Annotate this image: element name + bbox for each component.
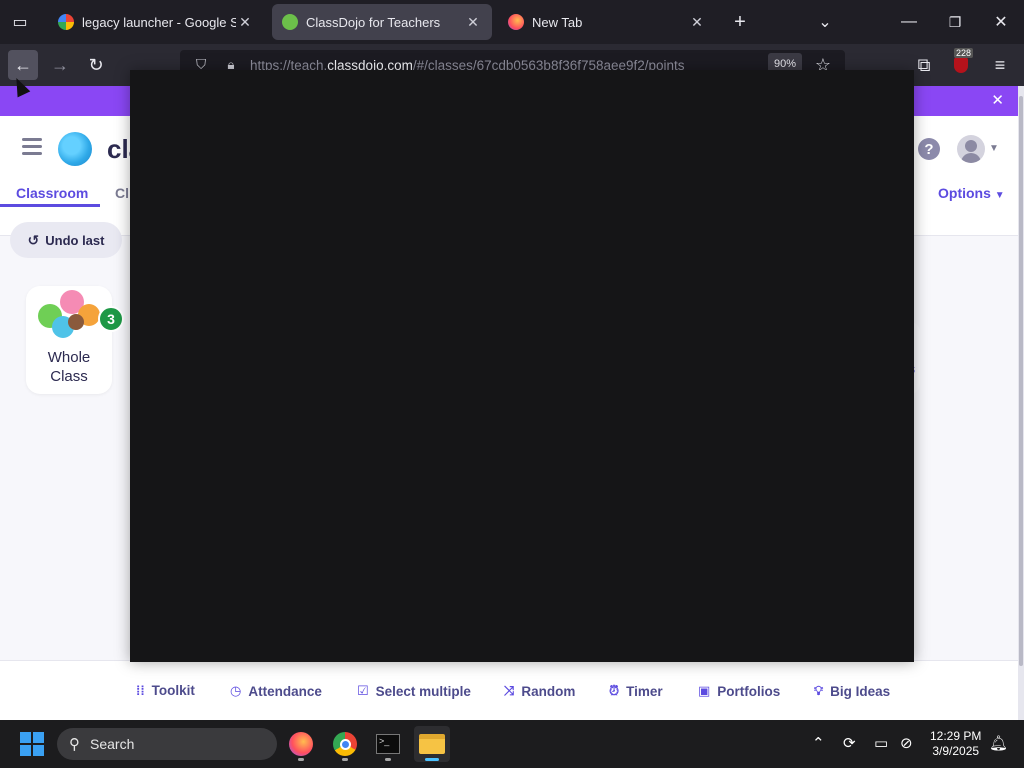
- display-icon[interactable]: ▭: [874, 734, 888, 752]
- select-multiple-label: Select multiple: [375, 683, 471, 699]
- attendance-button[interactable]: ◷ Attendance: [230, 683, 322, 699]
- whole-class-label-line1: Whole: [47, 349, 91, 366]
- clock-icon: ◷: [230, 683, 242, 698]
- tab-label: ClassDojo for Teachers: [306, 14, 441, 30]
- app-menu-icon[interactable]: ≡: [985, 50, 1015, 80]
- windows-taskbar: ⚲ Search >_ ⌃ ⟳ ▭ ⊘ 12:29 PM 3/9/2025 🔔︎: [0, 720, 1024, 768]
- tab-active-indicator: [0, 204, 100, 207]
- clock-time: 12:29 PM: [930, 729, 982, 743]
- terminal-icon: >_: [376, 734, 400, 754]
- undo-label: Undo last: [45, 232, 105, 248]
- page-scrollbar[interactable]: [1018, 86, 1024, 720]
- taskbar-search-label: Search: [90, 736, 135, 752]
- blank-overlay-window[interactable]: [130, 70, 914, 662]
- ublock-icon[interactable]: 228: [946, 48, 976, 80]
- toolkit-label: Toolkit: [151, 683, 195, 698]
- shuffle-icon: ⤨: [504, 683, 515, 698]
- big-ideas-label: Big Ideas: [830, 683, 891, 699]
- timer-label: Timer: [626, 683, 663, 699]
- windows-start-icon[interactable]: [20, 732, 44, 756]
- network-offline-icon[interactable]: ⊘: [900, 734, 913, 752]
- tab-classroom[interactable]: Classroom: [16, 185, 88, 201]
- tab-label: legacy launcher - Google Search: [82, 14, 236, 30]
- extension-badge-count: 228: [954, 48, 974, 58]
- close-icon[interactable]: ✕: [688, 14, 706, 31]
- timer-button[interactable]: ⏰︎ Timer: [609, 683, 663, 699]
- search-icon: ⚲: [69, 736, 80, 753]
- tab-label: New Tab: [532, 14, 583, 30]
- grid-icon: ⁞⁞: [136, 683, 145, 698]
- attendance-label: Attendance: [248, 683, 322, 699]
- big-ideas-button[interactable]: 💡︎ Big Ideas: [814, 683, 890, 699]
- close-icon[interactable]: ✕: [464, 14, 482, 31]
- tab-classdojo[interactable]: ClassDojo for Teachers ✕: [272, 4, 492, 40]
- avatar[interactable]: [957, 135, 985, 163]
- taskbar-search-box[interactable]: ⚲ Search: [57, 728, 277, 760]
- classdojo-globe-icon: [58, 132, 92, 166]
- sync-icon[interactable]: ⟳: [843, 734, 856, 752]
- tab-google-search[interactable]: legacy launcher - Google Search ✕: [48, 4, 264, 40]
- reload-icon[interactable]: ↻: [81, 50, 111, 80]
- classdojo-icon: [282, 14, 298, 30]
- taskbar-chrome[interactable]: [327, 726, 363, 762]
- notifications-bell-icon[interactable]: 🔔︎: [989, 734, 1008, 752]
- portfolios-button[interactable]: ▣ Portfolios: [698, 683, 780, 699]
- whole-class-card[interactable]: 3 Whole Class: [26, 286, 124, 394]
- whole-class-label: Whole Class: [26, 348, 112, 386]
- taskbar-file-explorer[interactable]: [414, 726, 450, 762]
- caret-down-icon: ▼: [994, 190, 1005, 201]
- close-icon[interactable]: ✕: [991, 91, 1004, 109]
- undo-last-button[interactable]: ↺ Undo last: [10, 222, 122, 258]
- caret-down-icon[interactable]: ▼: [989, 143, 999, 154]
- random-button[interactable]: ⤨ Random: [504, 683, 575, 699]
- browser-tab-bar: ▭ legacy launcher - Google Search ✕ Clas…: [0, 0, 1024, 44]
- new-tab-icon[interactable]: +: [726, 8, 754, 36]
- forward-icon[interactable]: →: [45, 50, 75, 80]
- tab-overview-icon[interactable]: ▭: [6, 8, 34, 36]
- firefox-icon: [508, 14, 524, 30]
- tab-second[interactable]: Cl: [115, 185, 129, 201]
- chevron-down-icon[interactable]: ⌄: [811, 8, 839, 36]
- portfolios-label: Portfolios: [717, 683, 781, 699]
- chrome-icon: [333, 732, 357, 756]
- points-badge: 3: [98, 306, 124, 332]
- close-icon[interactable]: ✕: [236, 14, 254, 31]
- hamburger-menu-icon[interactable]: [22, 138, 42, 159]
- window-close-icon[interactable]: ✕: [987, 8, 1015, 36]
- clock-date: 3/9/2025: [932, 744, 980, 758]
- class-monsters-icon: [38, 290, 100, 342]
- taskbar-clock[interactable]: 12:29 PM 3/9/2025: [930, 729, 981, 759]
- checkbox-icon: ☑: [357, 683, 369, 698]
- taskbar-firefox[interactable]: [283, 726, 319, 762]
- options-label: Options: [938, 185, 991, 201]
- select-multiple-button[interactable]: ☑ Select multiple: [357, 683, 471, 699]
- folder-icon: [419, 734, 445, 754]
- google-icon: [58, 14, 74, 30]
- whole-class-label-line2: Class: [50, 368, 88, 385]
- bottom-toolbar: ⁞⁞ Toolkit ◷ Attendance ☑ Select multiple ⤨…: [0, 660, 1018, 720]
- random-label: Random: [521, 683, 576, 699]
- tab-new-tab[interactable]: New Tab ✕: [498, 4, 716, 40]
- restore-icon[interactable]: ❐: [941, 8, 969, 36]
- undo-icon: ↺: [27, 231, 40, 248]
- minimize-icon[interactable]: —: [895, 8, 923, 36]
- taskbar-terminal[interactable]: >_: [370, 726, 406, 762]
- lightbulb-icon: 💡︎: [814, 683, 824, 698]
- chevron-up-icon[interactable]: ⌃: [812, 734, 825, 752]
- help-icon[interactable]: ?: [918, 138, 940, 160]
- options-button[interactable]: Options ▼: [938, 185, 1005, 201]
- scrollbar-thumb[interactable]: [1019, 96, 1023, 666]
- firefox-icon: [289, 732, 313, 756]
- alarm-icon: ⏰︎: [609, 683, 620, 698]
- toolkit-button[interactable]: ⁞⁞ Toolkit: [136, 683, 195, 698]
- image-icon: ▣: [698, 683, 711, 698]
